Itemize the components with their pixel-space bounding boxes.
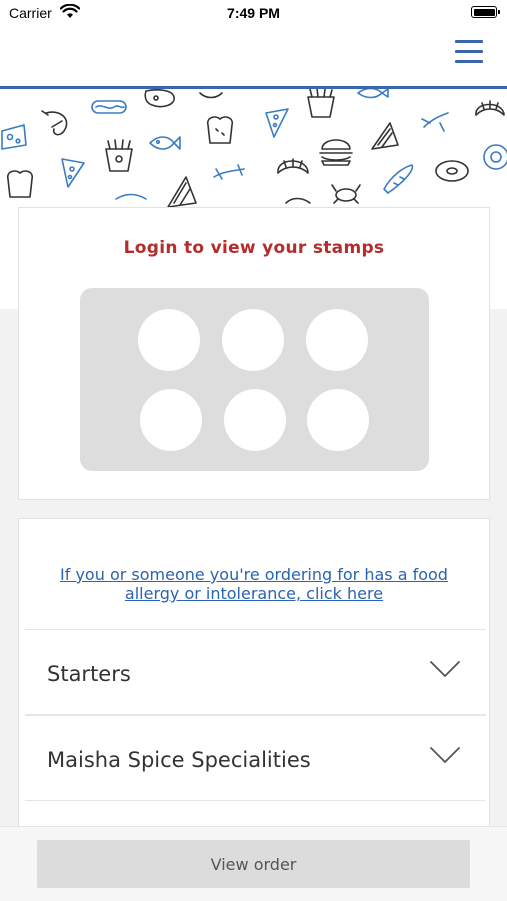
hamburger-icon[interactable] <box>455 40 483 66</box>
menu-category-starters[interactable]: Starters <box>25 629 486 715</box>
steak-icon <box>144 89 175 108</box>
sandwich-icon <box>167 176 197 208</box>
fish-icon <box>357 89 389 99</box>
fish-icon <box>149 136 181 150</box>
login-to-view-stamps[interactable]: Login to view your stamps <box>19 238 489 258</box>
stamp-slot <box>306 309 368 371</box>
sandwich-icon <box>371 122 399 150</box>
chevron-down-icon <box>430 747 460 763</box>
stamp-grid <box>80 288 429 471</box>
sausage-icon <box>421 112 449 132</box>
menu-category-label: Maisha Spice Specialities <box>47 748 311 772</box>
app-header <box>0 28 507 86</box>
stamp-slot <box>224 389 286 451</box>
croissant-icon <box>475 100 505 116</box>
sausage-icon <box>199 92 223 99</box>
cheese-icon <box>1 124 27 150</box>
crab-icon <box>331 184 361 204</box>
view-order-button[interactable]: View order <box>37 840 470 888</box>
chevron-down-icon <box>430 661 460 677</box>
pizza-icon <box>265 108 289 138</box>
bottom-bar: View order <box>0 826 507 901</box>
toast-icon <box>206 116 234 144</box>
status-bar: Carrier 7:49 PM <box>0 0 507 28</box>
donut-icon <box>435 160 469 182</box>
shrimp-icon <box>285 197 311 204</box>
toast-icon <box>6 170 34 198</box>
hotdog-icon <box>91 100 127 114</box>
stamp-slot <box>138 309 200 371</box>
baguette-icon <box>383 164 414 194</box>
menu-category-maisha-spice-specialities[interactable]: Maisha Spice Specialities <box>25 715 486 801</box>
shrimp-icon <box>41 110 68 136</box>
status-time: 7:49 PM <box>227 5 280 21</box>
pizza-icon <box>61 158 85 188</box>
cheese-icon <box>115 193 147 200</box>
burger-icon <box>319 139 353 166</box>
menu-category-label: Starters <box>47 662 131 686</box>
croissant-icon <box>277 158 309 174</box>
fries-icon <box>105 139 133 172</box>
stamp-slot <box>222 309 284 371</box>
fries-icon <box>307 89 335 118</box>
sausage-icon <box>213 164 245 180</box>
menu-card: If you or someone you're ordering for ha… <box>18 518 490 838</box>
egg-icon <box>483 144 507 170</box>
stamp-card: Login to view your stamps <box>18 207 490 500</box>
battery-icon <box>471 6 500 18</box>
stamp-slot <box>307 389 369 451</box>
stamp-slot <box>140 389 202 451</box>
allergy-info-link[interactable]: If you or someone you're ordering for ha… <box>39 565 469 603</box>
